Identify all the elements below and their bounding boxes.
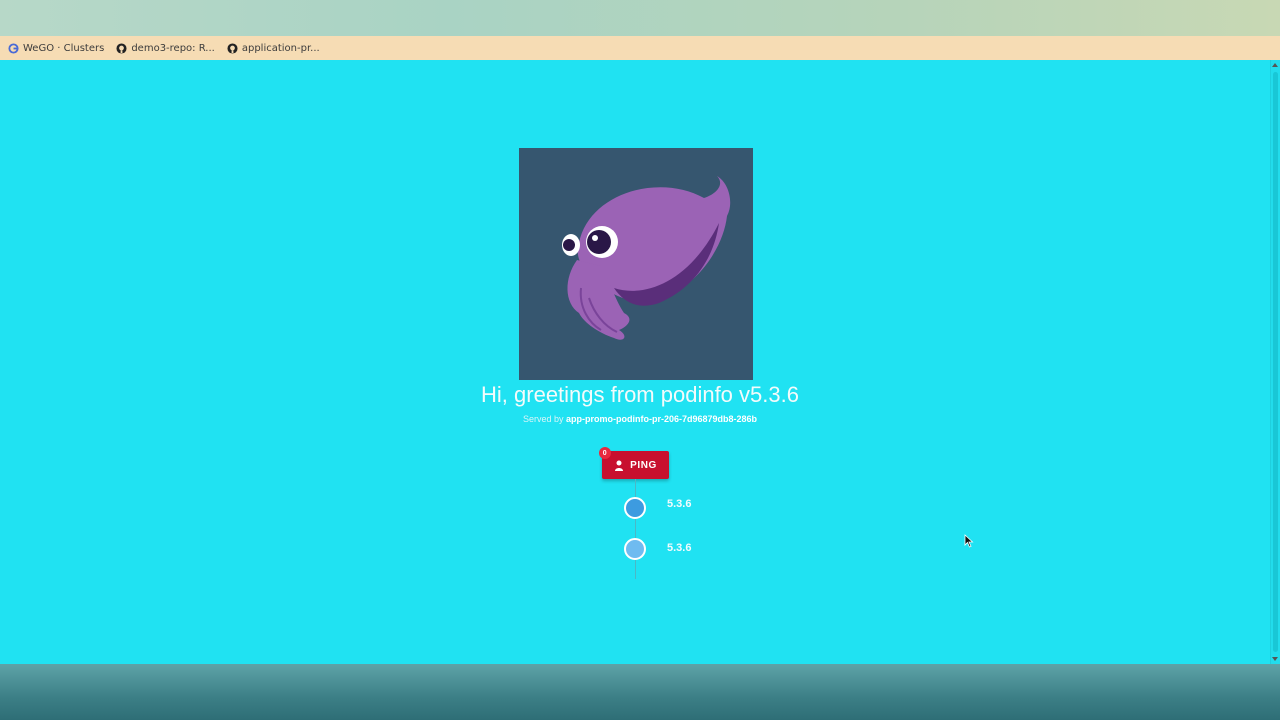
timeline-dot [624,538,646,560]
ping-count-badge: 0 [599,447,611,459]
scroll-up-arrow-icon[interactable] [1272,63,1278,67]
bookmark-label: demo3-repo: R... [131,42,215,54]
cuttlefish-icon [562,176,731,340]
timeline-version-label: 5.3.6 [667,542,692,554]
page-title: Hi, greetings from podinfo v5.3.6 [481,382,799,407]
ping-button-label: PING [630,459,657,471]
bookmark-wego-clusters[interactable]: WeGO · Clusters [8,43,104,54]
ping-button[interactable]: 0 PING [599,447,669,479]
bookmark-label: application-pr... [241,42,320,54]
bookmark-label: WeGO · Clusters [23,42,105,54]
bookmark-demo3-repo[interactable]: demo3-repo: R... [116,43,215,54]
github-icon [116,42,127,54]
github-icon [227,42,238,54]
vertical-scrollbar[interactable] [1270,60,1280,664]
browser-top-strip [0,0,1280,36]
scroll-down-arrow-icon[interactable] [1272,657,1278,661]
podinfo-logo [519,148,753,380]
person-icon [615,460,624,471]
served-by-text: Served by app-promo-podinfo-pr-206-7d968… [0,414,1280,424]
timeline-dot [624,497,646,519]
served-by-host: app-promo-podinfo-pr-206-7d96879db8-286b [566,414,758,424]
bookmarks-bar: WeGO · Clusters demo3-repo: R... applica… [0,36,1280,60]
bookmark-application-pr[interactable]: application-pr... [227,43,320,54]
timeline-line [635,479,636,579]
google-icon [8,42,19,54]
timeline-version-label: 5.3.6 [667,498,692,510]
mouse-pointer-icon [964,534,974,548]
served-by-prefix: Served by [522,414,564,424]
scrollbar-thumb[interactable] [1273,72,1278,652]
desktop-bottom-strip [0,664,1280,720]
